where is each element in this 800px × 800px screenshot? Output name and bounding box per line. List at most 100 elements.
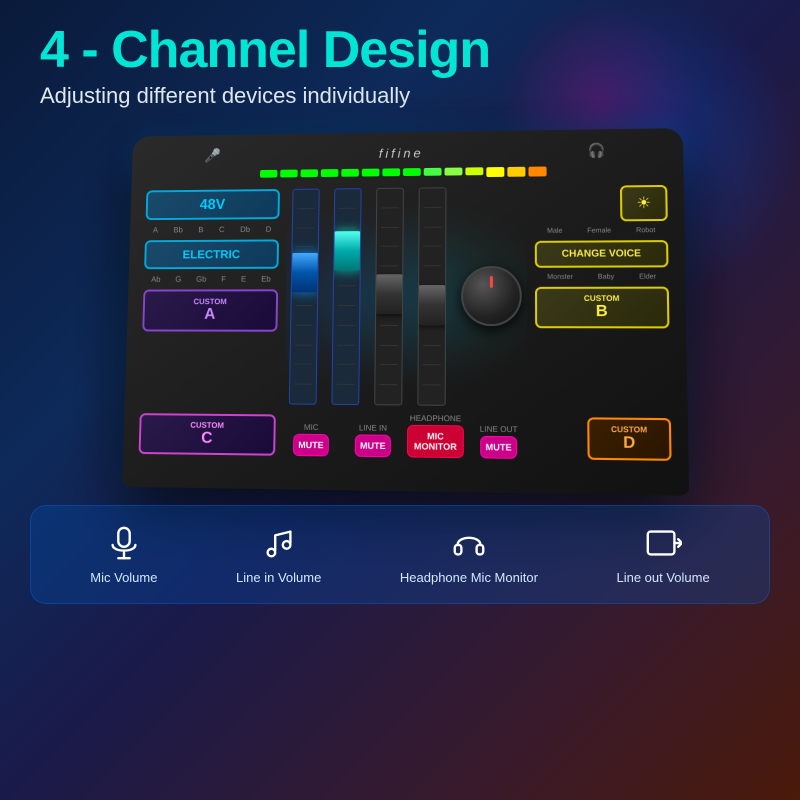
- device-content: 48V A Bb B C Db D ELECTRIC Ab G Gb F E Eb CUSTOM A…: [139, 185, 672, 461]
- meter-bar-11: [486, 167, 504, 177]
- fader-knob-3[interactable]: [374, 274, 404, 314]
- voice-label: Robot: [636, 227, 655, 234]
- fader-channel-4: [412, 187, 450, 406]
- fader-marks-2: [332, 189, 360, 404]
- big-knob-area: [456, 187, 527, 407]
- left-panel: 48V A Bb B C Db D ELECTRIC Ab G Gb F E Eb CUSTOM A…: [139, 189, 280, 456]
- voice-labels-top: Male Female Robot: [535, 227, 668, 235]
- fader-track-3[interactable]: [374, 188, 404, 406]
- mute-col-1: LINE IN MUTE: [345, 423, 401, 457]
- mute-col-0: MIC MUTE: [283, 423, 339, 457]
- voice-labels-bottom: Monster Baby Elder: [535, 274, 669, 281]
- voice-label: Elder: [639, 274, 656, 281]
- note-label: Db: [240, 225, 250, 234]
- voice-label: Monster: [547, 274, 573, 281]
- line-out-icon: [644, 524, 682, 562]
- right-panel: ☀ Male Female Robot CHANGE VOICE Monster Ba…: [535, 185, 672, 461]
- note-label: Eb: [261, 275, 271, 284]
- faders-row: [284, 187, 527, 407]
- headphone-icon: [450, 524, 488, 562]
- meter-bar-3: [320, 169, 338, 177]
- mute-col-2: HEADPHONEMIC MONITOR: [407, 414, 464, 459]
- mute-col-3: LINE OUTMUTE: [470, 425, 527, 460]
- meter-bar-10: [465, 167, 483, 175]
- note-label: Bb: [173, 226, 183, 235]
- mic-icon: [105, 524, 143, 562]
- meter-bar-6: [382, 168, 400, 176]
- device-container: 🎤 fifine 🎧 48V A Bb B C Db D ELECTRIC Ab G Gb F E…: [0, 129, 800, 489]
- bottom-item-headphone: Headphone Mic Monitor: [400, 524, 538, 585]
- btn-custom-d[interactable]: CUSTOM D: [587, 418, 671, 462]
- channel-label-0: MIC: [304, 423, 319, 432]
- fader-track-2[interactable]: [331, 188, 361, 405]
- channel-label-1: LINE IN: [359, 423, 387, 432]
- voice-label: Male: [547, 228, 562, 235]
- btn-change-voice[interactable]: CHANGE VOICE: [535, 240, 669, 268]
- fader-knob-2[interactable]: [332, 232, 361, 271]
- headphone-label: Headphone Mic Monitor: [400, 570, 538, 585]
- note-label: E: [241, 275, 246, 284]
- page-title: 4 - Channel Design: [40, 22, 760, 79]
- voice-label: Baby: [598, 274, 615, 281]
- meter-bar-12: [507, 167, 525, 177]
- note-label: A: [153, 226, 158, 235]
- fader-marks-1: [289, 190, 318, 404]
- fader-channel-1: [284, 189, 324, 405]
- channel-label-2: HEADPHONE: [410, 414, 461, 424]
- big-knob[interactable]: [461, 266, 522, 326]
- mute-btn-3[interactable]: MUTE: [480, 436, 516, 459]
- level-meters: [147, 165, 667, 181]
- music-note-icon: [260, 524, 298, 562]
- note-label: D: [266, 225, 272, 234]
- btn-48v[interactable]: 48V: [146, 189, 280, 220]
- meter-bar-9: [444, 168, 462, 176]
- mic-icon-top: 🎤: [204, 148, 221, 164]
- btn-electric[interactable]: ELECTRIC: [144, 240, 279, 270]
- bottom-section: Mic Volume Line in Volume Headphone Mic …: [30, 505, 770, 604]
- fader-knob-4[interactable]: [417, 285, 446, 325]
- meter-bar-2: [300, 170, 318, 178]
- header: 4 - Channel Design Adjusting different d…: [0, 0, 800, 119]
- channel-label-3: LINE OUT: [480, 425, 518, 435]
- page-subtitle: Adjusting different devices individually: [40, 83, 760, 109]
- meter-bar-13: [528, 167, 546, 177]
- meter-bar-5: [361, 169, 379, 177]
- bottom-item-lineout: Line out Volume: [616, 524, 709, 585]
- note-labels-top: A Bb B C Db D: [145, 225, 279, 235]
- center-faders: MICMUTELINE INMUTEHEADPHONEMIC MONITORLI…: [283, 187, 527, 460]
- note-label: F: [221, 275, 226, 284]
- fader-channel-3: [369, 188, 408, 406]
- btn-brightness[interactable]: ☀: [620, 185, 668, 221]
- mute-btn-2[interactable]: MIC MONITOR: [407, 425, 464, 458]
- mute-btn-1[interactable]: MUTE: [355, 435, 391, 458]
- voice-label: Female: [587, 228, 611, 235]
- brand-name: fifine: [379, 146, 424, 161]
- fader-track-4[interactable]: [417, 187, 446, 406]
- bottom-item-mic: Mic Volume: [90, 524, 157, 585]
- note-labels-bottom: Ab G Gb F E Eb: [144, 275, 279, 284]
- top-bar: 🎤 fifine 🎧: [147, 142, 667, 164]
- meter-bar-1: [280, 170, 298, 178]
- note-label: Gb: [196, 275, 206, 284]
- fader-track-1[interactable]: [288, 189, 319, 405]
- mic-label: Mic Volume: [90, 570, 157, 585]
- fader-channel-2: [326, 188, 365, 405]
- bottom-item-linein: Line in Volume: [236, 524, 321, 585]
- mute-btn-0[interactable]: MUTE: [293, 434, 329, 457]
- btn-custom-c[interactable]: CUSTOM C: [139, 413, 276, 456]
- linein-label: Line in Volume: [236, 570, 321, 585]
- mixer-device: 🎤 fifine 🎧 48V A Bb B C Db D ELECTRIC Ab G Gb F E…: [122, 128, 689, 496]
- btn-custom-b[interactable]: CUSTOM B: [535, 287, 670, 329]
- fader-knob-1[interactable]: [289, 253, 319, 292]
- btn-custom-a[interactable]: CUSTOM A: [142, 290, 278, 332]
- mute-row: MICMUTELINE INMUTEHEADPHONEMIC MONITORLI…: [283, 413, 527, 460]
- note-label: Ab: [151, 275, 161, 284]
- note-label: B: [198, 226, 203, 235]
- lineout-label: Line out Volume: [616, 570, 709, 585]
- meter-bar-7: [402, 168, 420, 176]
- headphone-icon-top: 🎧: [587, 142, 605, 159]
- meter-bar-0: [260, 170, 277, 178]
- note-label: C: [219, 225, 225, 234]
- note-label: G: [175, 275, 181, 284]
- meter-bar-8: [423, 168, 441, 176]
